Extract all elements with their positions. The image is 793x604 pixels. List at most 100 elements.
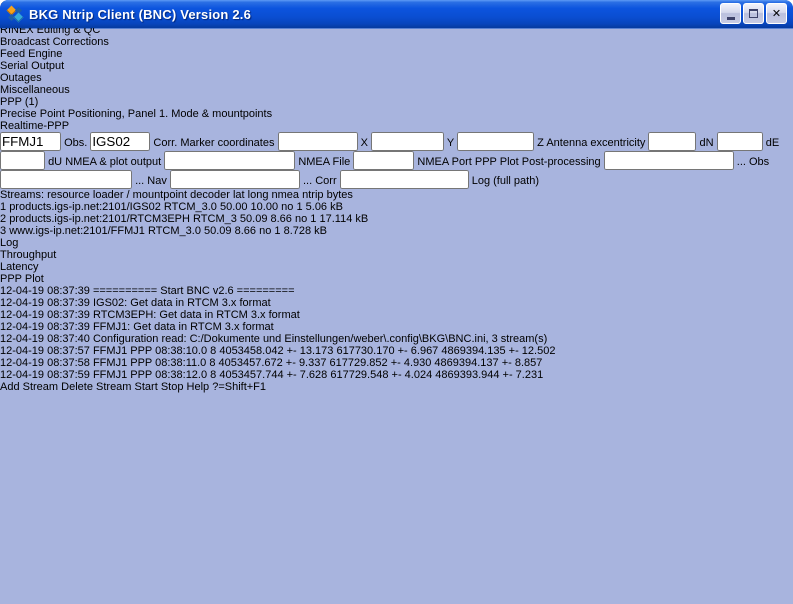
antenna-de-label: dE — [766, 137, 779, 149]
post-processing-label: Post-processing — [522, 156, 601, 168]
row-number: 1 — [0, 201, 6, 213]
table-row[interactable]: 3 www.igs-ip.net:2101/FFMJ1 RTCM_3.0 50.… — [0, 225, 793, 237]
cell-long: 8.66 — [235, 225, 256, 237]
post-nav-file-input — [0, 170, 132, 189]
antenna-dn-label: dN — [700, 137, 714, 149]
post-obs-label: Obs — [749, 156, 769, 168]
corr-mountpoint-input[interactable] — [90, 132, 150, 151]
marker-x-input[interactable] — [278, 132, 358, 151]
table-row[interactable]: 1 products.igs-ip.net:2101/IGS02 RTCM_3.… — [0, 201, 793, 213]
marker-y-label: Y — [447, 137, 454, 149]
browse-nav-button[interactable]: ... — [135, 175, 144, 187]
tab-ppp[interactable]: PPP (1) — [0, 96, 793, 108]
stop-button[interactable]: Stop — [161, 381, 184, 393]
marker-x-label: X — [361, 137, 368, 149]
cell-mountpoint: www.igs-ip.net:2101/FFMJ1 — [9, 225, 145, 237]
antenna-du-label: dU — [48, 156, 62, 168]
post-obs-file-input — [604, 151, 734, 170]
tab-log[interactable]: Log — [0, 237, 793, 249]
col-ntrip: ntrip — [302, 189, 323, 201]
log-line: 12-04-19 08:37:39 FFMJ1: Get data in RTC… — [0, 321, 793, 333]
cell-lat: 50.09 — [204, 225, 232, 237]
col-bytes: bytes — [327, 189, 353, 201]
tab-feed-engine[interactable]: Feed Engine — [0, 48, 793, 60]
cell-bytes: 8.728 kB — [284, 225, 327, 237]
log-tab-bar: Log Throughput Latency PPP Plot — [0, 237, 793, 285]
cell-bytes: 17.114 kB — [319, 213, 368, 225]
browse-corr-button[interactable]: ... — [303, 175, 312, 187]
cell-ntrip: 1 — [310, 213, 316, 225]
cell-nmea: no — [295, 213, 307, 225]
tab-ppp-plot[interactable]: PPP Plot — [0, 273, 793, 285]
window-title: BKG Ntrip Client (BNC) Version 2.6 — [29, 7, 251, 22]
marker-label: Marker coordinates — [180, 137, 274, 149]
close-button[interactable]: ✕ — [766, 3, 787, 24]
streams-table: Streams: resource loader / mountpoint de… — [0, 189, 793, 237]
obs-label: Obs. — [64, 137, 87, 149]
cell-mountpoint: products.igs-ip.net:2101/IGS02 — [9, 201, 161, 213]
cell-decoder: RTCM_3 — [193, 213, 237, 225]
log-line: 12-04-19 08:37:40 Configuration read: C:… — [0, 333, 793, 345]
ppp-plot-label: PPP Plot — [475, 156, 519, 168]
col-lat: lat — [233, 189, 245, 201]
cell-nmea: no — [259, 225, 271, 237]
nmea-label: NMEA & plot output — [65, 156, 161, 168]
obs-mountpoint-input[interactable] — [0, 132, 61, 151]
cell-long: 8.66 — [271, 213, 292, 225]
col-long: long — [248, 189, 269, 201]
title-bar: BKG Ntrip Client (BNC) Version 2.6 ✕ — [0, 0, 793, 28]
minimize-button[interactable] — [720, 3, 741, 24]
nmea-port-input[interactable] — [353, 151, 414, 170]
antenna-label: Antenna excentricity — [546, 137, 645, 149]
marker-z-input[interactable] — [457, 132, 534, 151]
tab-serial-output[interactable]: Serial Output — [0, 60, 793, 72]
table-row[interactable]: 2 products.igs-ip.net:2101/RTCM3EPH RTCM… — [0, 213, 793, 225]
start-button[interactable]: Start — [135, 381, 158, 393]
bnc-window: BKG Ntrip Client (BNC) Version 2.6 ✕ Fil… — [0, 0, 793, 604]
col-decoder: decoder — [190, 189, 230, 201]
mode-selected-value: Realtime-PPP — [0, 120, 69, 132]
cell-ntrip: 1 — [296, 201, 302, 213]
nmea-file-input[interactable] — [164, 151, 295, 170]
cell-lat: 50.09 — [240, 213, 268, 225]
antenna-dn-input[interactable] — [648, 132, 696, 151]
log-output: 12-04-19 08:37:39 ========== Start BNC v… — [0, 285, 793, 381]
browse-obs-button[interactable]: ... — [737, 156, 746, 168]
row-number: 2 — [0, 213, 6, 225]
antenna-de-input[interactable] — [717, 132, 763, 151]
cell-long: 10.00 — [251, 201, 279, 213]
delete-stream-button[interactable]: Delete Stream — [61, 381, 131, 393]
log-line: 12-04-19 08:37:59 FFMJ1 PPP 08:38:12.0 8… — [0, 369, 793, 381]
post-corr-file-input — [170, 170, 300, 189]
corr-label: Corr. — [153, 137, 177, 149]
maximize-button[interactable] — [743, 3, 764, 24]
nmea-file-label: NMEA File — [298, 156, 350, 168]
post-corr-label: Corr — [315, 175, 336, 187]
tab-latency[interactable]: Latency — [0, 261, 793, 273]
antenna-du-input[interactable] — [0, 151, 45, 170]
marker-y-input[interactable] — [371, 132, 444, 151]
tab-broadcast-corrections[interactable]: Broadcast Corrections — [0, 36, 793, 48]
cell-mountpoint: products.igs-ip.net:2101/RTCM3EPH — [9, 213, 190, 225]
tab-miscellaneous[interactable]: Miscellaneous — [0, 84, 793, 96]
cell-nmea: no — [281, 201, 293, 213]
nmea-port-label: NMEA Port — [417, 156, 471, 168]
post-log-file-input — [340, 170, 469, 189]
add-stream-button[interactable]: Add Stream — [0, 381, 58, 393]
post-nav-label: Nav — [147, 175, 167, 187]
mode-select[interactable]: Realtime-PPP — [0, 120, 86, 132]
cell-ntrip: 1 — [274, 225, 280, 237]
cell-bytes: 5.06 kB — [306, 201, 343, 213]
tab-outages[interactable]: Outages — [0, 72, 793, 84]
col-nmea: nmea — [272, 189, 300, 201]
log-lines: 12-04-19 08:37:39 ========== Start BNC v… — [0, 285, 793, 381]
tab-throughput[interactable]: Throughput — [0, 249, 793, 261]
cell-decoder: RTCM_3.0 — [148, 225, 201, 237]
streams-table-header: Streams: resource loader / mountpoint de… — [0, 189, 793, 201]
cell-decoder: RTCM_3.0 — [164, 201, 217, 213]
log-line: 12-04-19 08:37:39 IGS02: Get data in RTC… — [0, 297, 793, 309]
help-shortcut-label: Help ?=Shift+F1 — [187, 381, 267, 393]
row-number: 3 — [0, 225, 6, 237]
log-line: 12-04-19 08:37:58 FFMJ1 PPP 08:38:11.0 8… — [0, 357, 793, 369]
col-mountpoint: Streams: resource loader / mountpoint — [0, 189, 187, 201]
